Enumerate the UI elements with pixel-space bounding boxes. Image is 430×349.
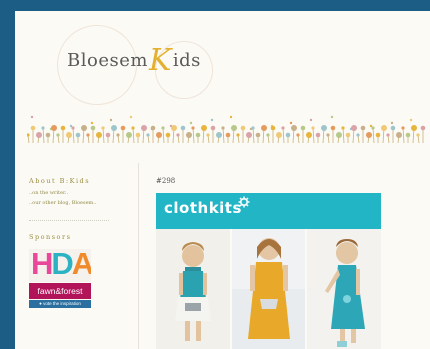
sidebar-divider <box>29 220 109 221</box>
logo-text-k: K <box>148 43 172 78</box>
post-banner: clothkits <box>156 193 381 229</box>
sponsors-heading: Sponsors <box>29 233 72 241</box>
sponsor-logo-top: HDA <box>29 249 91 282</box>
gear-icon <box>238 196 250 208</box>
site-logo[interactable]: BloesemKids <box>67 39 201 78</box>
product-photos <box>156 229 381 349</box>
sponsor-tagline: ● vote the inspiration <box>29 300 91 308</box>
product-photo-2[interactable] <box>232 229 305 349</box>
about-heading: About B:Kids <box>29 177 91 185</box>
sponsor-letter: D <box>51 249 73 281</box>
sponsor-logo-letters: HDA <box>31 249 91 282</box>
sponsor-banner[interactable]: HDA fawn&forest ● vote the inspiration <box>29 249 91 316</box>
logo-text-right: ids <box>172 50 201 71</box>
banner-title: clothkits <box>164 199 242 217</box>
page: BloesemKids About B:Kids ..on the writer… <box>15 11 430 349</box>
sponsor-name: fawn&forest <box>29 283 91 299</box>
product-photo-3[interactable] <box>307 229 381 349</box>
post-number: #298 <box>156 177 176 185</box>
column-divider <box>138 163 139 349</box>
sidebar-link-writer[interactable]: ..on the writer.. <box>29 190 124 196</box>
sidebar: About B:Kids ..on the writer.. ..our oth… <box>29 177 124 316</box>
sidebar-link-bloesem[interactable]: ..our other blog, Bloesem.. <box>29 200 124 206</box>
sponsor-letter: A <box>71 249 91 281</box>
logo-text-left: Bloesem <box>67 50 148 71</box>
sponsor-letter: H <box>31 249 53 281</box>
flower-border-decoration <box>27 115 426 144</box>
product-photo-1[interactable] <box>156 229 230 349</box>
